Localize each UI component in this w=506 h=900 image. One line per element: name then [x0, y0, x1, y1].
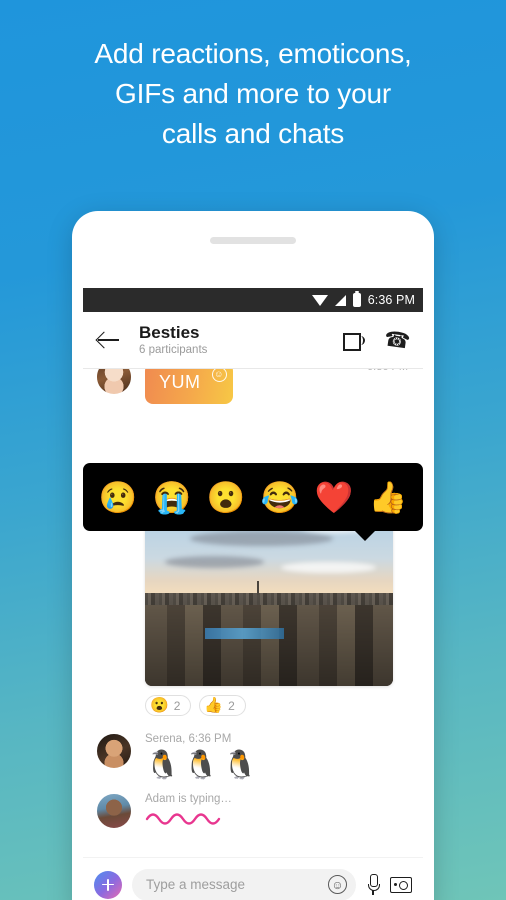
message-row-serena[interactable]: Serena, 6:36 PM 🐧🐧🐧: [83, 733, 423, 781]
shocked-face-reaction-icon[interactable]: 😮: [207, 482, 246, 513]
reaction-pill[interactable]: 👍 2: [199, 695, 246, 716]
skyline-silhouette: [145, 592, 393, 605]
status-bar: 6:36 PM: [83, 288, 423, 312]
crying-face-reaction-icon[interactable]: 😢: [99, 482, 138, 513]
chat-header-actions: ☎: [342, 327, 411, 353]
penguin-emoji-message: 🐧🐧🐧: [145, 749, 262, 780]
rooftops-foreground: [145, 604, 393, 686]
shocked-face-reaction-icon: 😮: [150, 697, 169, 714]
chat-title-block: Besties 6 participants: [139, 323, 343, 358]
page-title: Besties: [139, 322, 200, 342]
cloud-shape: [281, 561, 376, 574]
thumbs-up-reaction-icon: 👍: [204, 697, 224, 714]
message-list[interactable]: YUM ☺ 6:36 PM Sarah, 6:32 PM: [83, 369, 423, 857]
typing-squiggle-icon: [145, 813, 221, 825]
message-row-yum[interactable]: YUM ☺ 6:36 PM: [83, 369, 423, 404]
cloud-shape: [164, 556, 265, 568]
thumbs-up-reaction-icon[interactable]: 👍: [369, 482, 408, 513]
smiley-reaction-icon[interactable]: ☺: [211, 369, 227, 382]
avatar: [96, 369, 132, 395]
headline-line-3: calls and chats: [161, 118, 345, 149]
headline-line-2: GIFs and more to your: [115, 78, 391, 109]
wifi-icon: [311, 294, 328, 306]
back-arrow-icon[interactable]: [96, 327, 122, 353]
add-attachment-button[interactable]: [94, 870, 122, 899]
microphone-icon[interactable]: [366, 874, 380, 895]
chat-header: Besties 6 participants ☎: [83, 312, 423, 369]
laughing-tears-reaction-icon[interactable]: 😂: [261, 482, 300, 513]
status-bar-clock: 6:36 PM: [367, 293, 415, 307]
avatar: [96, 733, 132, 769]
serena-message-column: Serena, 6:36 PM 🐧🐧🐧: [145, 733, 262, 781]
phone-call-icon[interactable]: ☎: [382, 327, 411, 353]
message-sender-line: Serena, 6:36 PM: [145, 733, 232, 745]
headline-line-1: Add reactions, emoticons,: [94, 38, 412, 69]
message-input-wrapper[interactable]: Type a message ☺: [132, 868, 356, 900]
message-row-typing: Adam is typing…: [83, 793, 423, 832]
sobbing-face-reaction-icon[interactable]: 😭: [153, 482, 192, 513]
reaction-picker-tail: [354, 530, 376, 541]
camera-icon[interactable]: [390, 876, 412, 893]
smiley-icon[interactable]: ☺: [328, 875, 347, 894]
graffiti-wall: [204, 627, 284, 640]
promo-headline: Add reactions, emoticons, GIFs and more …: [0, 34, 506, 154]
phone-speaker-grille: [210, 237, 296, 244]
yum-message-bubble[interactable]: YUM ☺: [145, 369, 233, 404]
typing-column: Adam is typing…: [145, 793, 232, 832]
signal-icon: [334, 294, 346, 306]
reaction-count: 2: [228, 698, 235, 713]
typing-indicator-text: Adam is typing…: [145, 793, 232, 806]
message-input-placeholder[interactable]: Type a message: [146, 877, 328, 892]
reaction-picker-bar[interactable]: 😢 😭 😮 😂 ❤️ 👍: [83, 463, 423, 531]
battery-icon: [352, 291, 361, 307]
message-composer: Type a message ☺: [83, 857, 423, 900]
video-call-icon[interactable]: [342, 332, 365, 351]
participants-count: 6 participants: [139, 343, 208, 356]
yum-message-text: YUM: [159, 372, 201, 392]
cloud-shape: [189, 530, 334, 547]
reaction-count: 2: [173, 698, 181, 713]
avatar: [96, 793, 132, 830]
photo-reaction-pills: 😮 2 👍 2: [145, 695, 423, 716]
heart-reaction-icon[interactable]: ❤️: [315, 482, 354, 513]
phone-mockup: 6:36 PM Besties 6 participants ☎ YUM ☺ 6…: [72, 211, 434, 900]
message-timestamp: 6:36 PM: [367, 369, 408, 373]
reaction-pill[interactable]: 😮 2: [145, 695, 192, 716]
